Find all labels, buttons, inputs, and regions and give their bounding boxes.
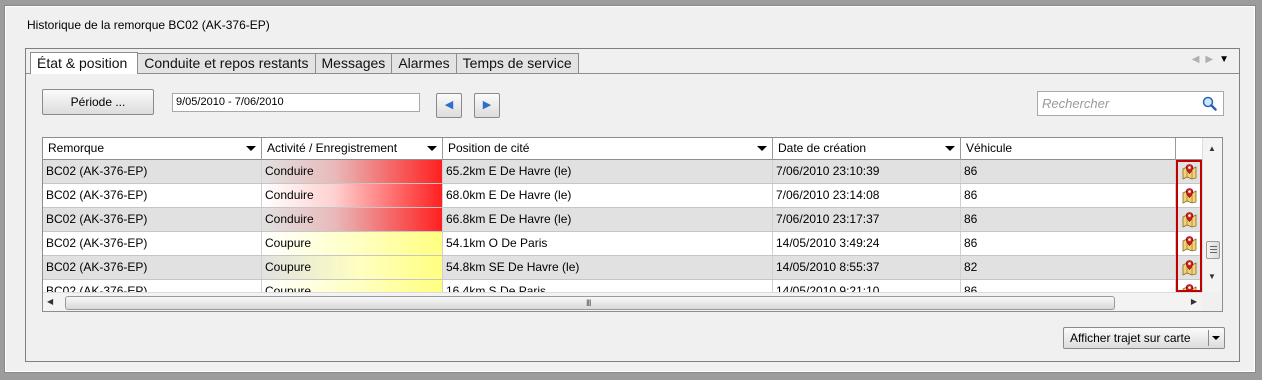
cell-vehicule: 86 (961, 184, 1176, 207)
sort-dropdown-icon[interactable] (427, 146, 437, 151)
scroll-down-icon[interactable]: ▼ (1208, 272, 1216, 281)
tab-messages[interactable]: Messages (315, 53, 393, 73)
cell-vehicule: 86 (961, 160, 1176, 183)
tab-bar: État & position Conduite et repos restan… (30, 52, 579, 74)
tab-conduite-repos[interactable]: Conduite et repos restants (138, 53, 316, 73)
scroll-left-icon[interactable]: ◀ (47, 297, 53, 306)
cell-position: 66.8km E De Havre (le) (443, 208, 773, 231)
vertical-scrollbar[interactable]: ▲ ▼ (1202, 138, 1222, 292)
cell-activite: Coupure (262, 232, 443, 255)
cell-remorque: BC02 (AK-376-EP) (43, 232, 262, 255)
table-row[interactable]: BC02 (AK-376-EP) Conduire 68.0km E De Havr… (43, 184, 1203, 208)
history-window: Historique de la remorque BC02 (AK-376-E… (4, 5, 1256, 373)
search-placeholder: Rechercher (1042, 96, 1110, 111)
cell-position: 65.2km E De Havre (le) (443, 160, 773, 183)
search-input[interactable]: Rechercher (1037, 91, 1224, 116)
cell-activite: Conduire (262, 184, 443, 207)
sort-dropdown-icon[interactable] (246, 146, 256, 151)
split-divider (1208, 330, 1209, 346)
sort-dropdown-icon[interactable] (757, 146, 767, 151)
tab-panel: État & position Conduite et repos restan… (25, 48, 1240, 362)
tab-scroll-right-icon[interactable]: ▶ (1205, 54, 1213, 65)
table-row[interactable]: BC02 (AK-376-EP) Conduire 65.2km E De Havr… (43, 160, 1203, 184)
history-table: Remorque Activité / Enregistrement Posit… (42, 137, 1223, 312)
table-row[interactable]: BC02 (AK-376-EP) Coupure 16.4km S De Paris… (43, 280, 1203, 292)
tab-temps-service[interactable]: Temps de service (456, 53, 579, 73)
horizontal-scrollbar[interactable]: ◀ III ▶ (43, 292, 1203, 311)
cell-position: 54.8km SE De Havre (le) (443, 256, 773, 279)
search-icon[interactable] (1202, 96, 1217, 111)
column-header-remorque[interactable]: Remorque (43, 138, 262, 160)
cell-date: 14/05/2010 8:55:37 (773, 256, 961, 279)
table-body: Remorque Activité / Enregistrement Posit… (43, 138, 1203, 292)
tab-menu-icon[interactable]: ▼ (1219, 54, 1229, 65)
cell-vehicule: 82 (961, 256, 1176, 279)
tab-scroll-controls: ◀ ▶ ▼ (1192, 54, 1229, 65)
scrollbar-corner (1202, 292, 1222, 311)
scroll-up-icon[interactable]: ▲ (1208, 144, 1216, 153)
cell-activite: Coupure (262, 256, 443, 279)
cell-date: 7/06/2010 23:14:08 (773, 184, 961, 207)
cell-date: 7/06/2010 23:10:39 (773, 160, 961, 183)
show-route-label: Afficher trajet sur carte (1070, 331, 1191, 345)
next-period-button[interactable]: ▶ (474, 93, 500, 118)
sort-dropdown-icon[interactable] (945, 146, 955, 151)
show-route-on-map-button[interactable]: Afficher trajet sur carte (1063, 327, 1225, 349)
table-row[interactable]: BC02 (AK-376-EP) Conduire 66.8km E De Havr… (43, 208, 1203, 232)
tab-alarmes[interactable]: Alarmes (392, 53, 457, 73)
cell-vehicule: 86 (961, 208, 1176, 231)
horizontal-scroll-thumb[interactable]: III (65, 296, 1115, 310)
cell-vehicule: 86 (961, 232, 1176, 255)
cell-remorque: BC02 (AK-376-EP) (43, 208, 262, 231)
cell-position: 54.1km O De Paris (443, 232, 773, 255)
cell-remorque: BC02 (AK-376-EP) (43, 184, 262, 207)
column-header-date[interactable]: Date de création (773, 138, 961, 160)
column-header-actions (1176, 138, 1203, 160)
cell-position: 68.0km E De Havre (le) (443, 184, 773, 207)
column-header-vehicule[interactable]: Véhicule (961, 138, 1176, 160)
cell-vehicule: 86 (961, 280, 1176, 292)
period-field[interactable]: 9/05/2010 - 7/06/2010 (172, 93, 420, 112)
tab-strip-line (26, 73, 1239, 74)
scroll-right-icon[interactable]: ▶ (1191, 297, 1197, 306)
cell-remorque: BC02 (AK-376-EP) (43, 280, 262, 292)
cell-date: 14/05/2010 3:49:24 (773, 232, 961, 255)
table-row[interactable]: BC02 (AK-376-EP) Coupure 54.8km SE De Havr… (43, 256, 1203, 280)
dropdown-arrow-icon[interactable] (1212, 336, 1220, 340)
window-title: Historique de la remorque BC02 (AK-376-E… (27, 18, 270, 32)
previous-period-button[interactable]: ◀ (436, 93, 462, 118)
cell-position: 16.4km S De Paris (443, 280, 773, 292)
cell-date: 14/05/2010 9:21:10 (773, 280, 961, 292)
period-button[interactable]: Période ... (42, 89, 154, 115)
arrow-right-icon: ▶ (482, 99, 492, 111)
tab-etat-position[interactable]: État & position (30, 52, 139, 74)
tab-scroll-left-icon[interactable]: ◀ (1192, 54, 1200, 65)
cell-activite: Coupure (262, 280, 443, 292)
arrow-left-icon: ◀ (444, 99, 454, 111)
cell-remorque: BC02 (AK-376-EP) (43, 256, 262, 279)
column-header-activite[interactable]: Activité / Enregistrement (262, 138, 443, 160)
cell-date: 7/06/2010 23:17:37 (773, 208, 961, 231)
icon-column-highlight (1176, 160, 1202, 292)
cell-activite: Conduire (262, 160, 443, 183)
vertical-scroll-thumb[interactable] (1206, 241, 1220, 259)
column-header-position[interactable]: Position de cité (443, 138, 773, 160)
cell-remorque: BC02 (AK-376-EP) (43, 160, 262, 183)
table-header: Remorque Activité / Enregistrement Posit… (43, 138, 1203, 160)
table-row[interactable]: BC02 (AK-376-EP) Coupure 54.1km O De Paris… (43, 232, 1203, 256)
cell-activite: Conduire (262, 208, 443, 231)
scroll-grip: III (586, 298, 591, 308)
